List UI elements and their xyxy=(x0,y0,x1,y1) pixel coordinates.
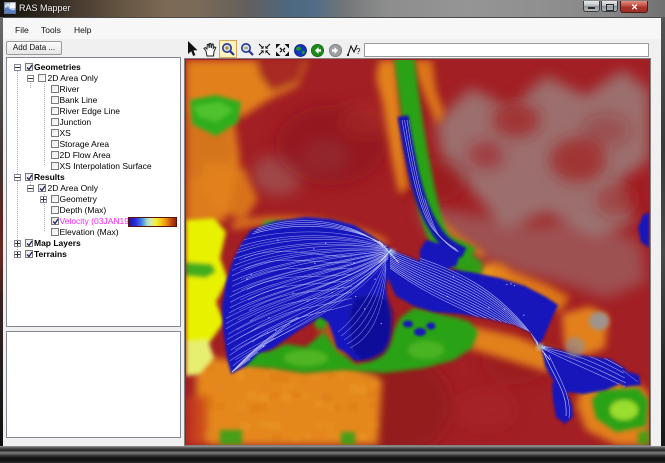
svg-text:?: ? xyxy=(356,47,361,56)
